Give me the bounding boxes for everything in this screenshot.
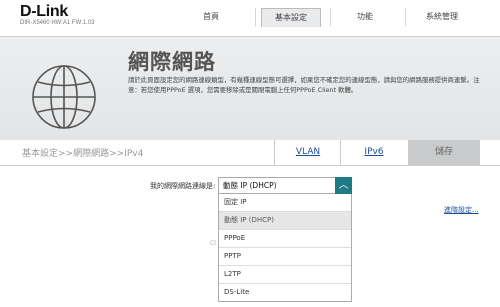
- nav-home[interactable]: 首頁: [182, 8, 240, 26]
- model-info: DIR-X5460 HW:A1 FW:1.03: [20, 20, 95, 26]
- option-pppoe[interactable]: PPPoE: [219, 230, 351, 248]
- page-description: 請於此頁面設定您的網路連線類型，有幾種連線型態可選擇，如果您不確定您的連線型態，…: [128, 76, 480, 94]
- connection-type-select[interactable]: 動態 IP (DHCP) ︿: [218, 177, 352, 194]
- option-l2tp[interactable]: L2TP: [219, 266, 351, 284]
- obscured-text: Cl: [210, 240, 216, 247]
- option-pptp[interactable]: PPTP: [219, 248, 351, 266]
- nav-management[interactable]: 系統管理: [413, 8, 471, 26]
- tab-vlan[interactable]: VLAN: [274, 140, 341, 165]
- page-title: 網際網路: [128, 50, 216, 74]
- nav-divider: [330, 8, 331, 26]
- option-ds-lite[interactable]: DS-Lite: [219, 284, 351, 301]
- save-button[interactable]: 儲存: [408, 140, 480, 165]
- dlink-logo[interactable]: D-Link: [20, 3, 68, 21]
- breadcrumb: 基本設定>>網際網路>>IPv4: [22, 149, 144, 159]
- tab-ipv6[interactable]: IPv6: [340, 140, 407, 165]
- nav-features[interactable]: 功能: [336, 8, 394, 26]
- globe-icon: [32, 65, 96, 129]
- chevron-up-icon[interactable]: ︿: [335, 177, 352, 194]
- nav-divider: [405, 8, 406, 26]
- nav-divider: [255, 8, 256, 26]
- nav-basic-settings[interactable]: 基本設定: [261, 8, 321, 27]
- option-dhcp[interactable]: 動態 IP (DHCP): [219, 212, 351, 230]
- connection-type-dropdown: 固定 IP 動態 IP (DHCP) PPPoE PPTP L2TP DS-Li…: [218, 194, 352, 302]
- advanced-settings-link[interactable]: 進階設定...: [444, 205, 479, 215]
- selected-value: 動態 IP (DHCP): [223, 181, 277, 190]
- connection-type-label: 我的網際網路連線是:: [150, 182, 216, 190]
- option-static-ip[interactable]: 固定 IP: [219, 194, 351, 212]
